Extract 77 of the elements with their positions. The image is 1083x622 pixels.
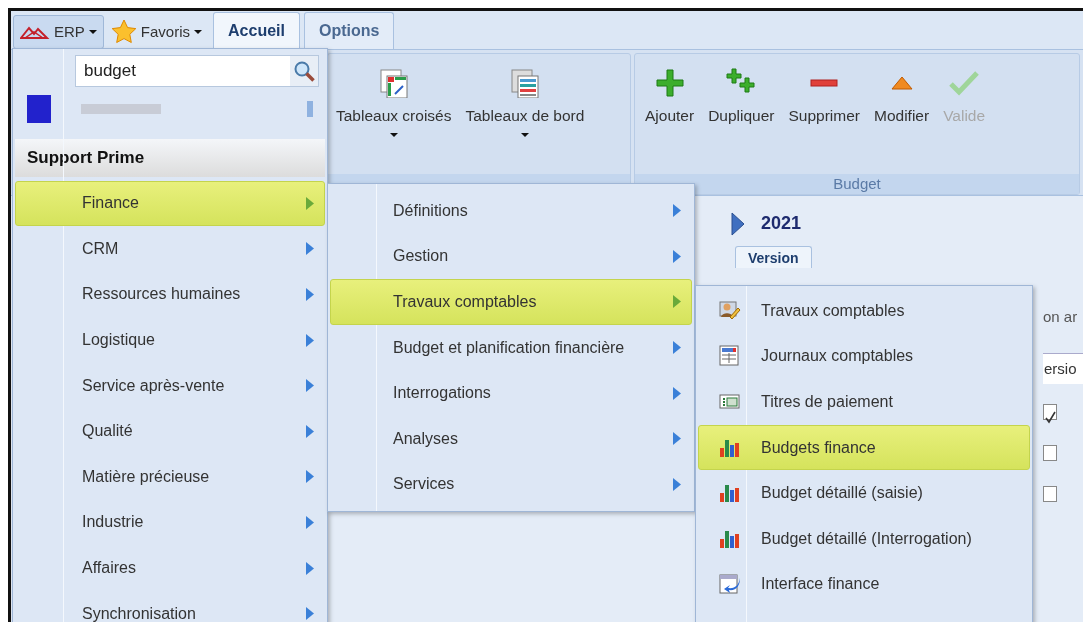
ribbon-button[interactable]: Tableaux croisés bbox=[330, 68, 458, 174]
version-field[interactable]: ersio bbox=[1043, 352, 1083, 384]
menu-item[interactable]: Industrie bbox=[15, 499, 325, 546]
search-button[interactable] bbox=[290, 56, 318, 86]
pivot-table-icon bbox=[378, 68, 409, 98]
checkbox[interactable] bbox=[1043, 445, 1057, 461]
submenu-arrow-icon bbox=[673, 432, 681, 446]
menu-item[interactable]: CRM bbox=[15, 226, 325, 272]
menu-item[interactable]: Interrogations bbox=[330, 370, 692, 416]
submenu-arrow-icon bbox=[306, 333, 314, 347]
submenu-arrow-icon bbox=[306, 196, 314, 210]
menu-item[interactable]: Qualité bbox=[15, 408, 325, 455]
dashboard-icon bbox=[509, 68, 540, 98]
year-label: 2021 bbox=[761, 212, 802, 235]
menu-item[interactable]: Travaux comptables bbox=[698, 288, 1030, 334]
submenu-arrow-icon bbox=[306, 607, 314, 621]
app-menu-button[interactable]: ERP bbox=[13, 15, 104, 49]
submenu-arrow-icon bbox=[673, 341, 681, 355]
ribbon-button[interactable]: Supprimer bbox=[782, 68, 866, 174]
caret-icon bbox=[194, 30, 203, 34]
menu-item[interactable]: Logistique bbox=[15, 317, 325, 363]
menu-item[interactable]: Travaux comptables bbox=[330, 279, 692, 325]
checkbox[interactable] bbox=[1043, 486, 1057, 502]
next-arrow-icon bbox=[731, 211, 745, 236]
triangle-icon bbox=[890, 76, 913, 90]
submenu-arrow-icon bbox=[673, 204, 681, 218]
menu-item[interactable]: Matière précieuse bbox=[15, 454, 325, 500]
logo-icon bbox=[20, 25, 50, 39]
submenu-arrow-icon bbox=[673, 295, 681, 309]
menu-item[interactable]: Synchronisation bbox=[15, 590, 325, 622]
star-icon bbox=[110, 19, 137, 45]
menu-item[interactable]: Budgets finance bbox=[698, 424, 1030, 471]
menu-item[interactable]: Services bbox=[330, 461, 692, 508]
menu-item[interactable]: Interface finance bbox=[698, 561, 1030, 608]
submenu-arrow-icon bbox=[306, 379, 314, 393]
submenu-arrow-icon bbox=[306, 470, 314, 484]
menu-item[interactable]: Service après-vente bbox=[15, 362, 325, 409]
ribbon-button[interactable]: Dupliquer bbox=[702, 68, 781, 174]
submenu-arrow-icon bbox=[673, 477, 681, 491]
menu-item[interactable]: Ressources humaines bbox=[15, 271, 325, 318]
menu-item[interactable]: Analyses bbox=[330, 415, 692, 462]
ribbon-tab[interactable]: Options bbox=[303, 12, 395, 49]
minus-icon bbox=[810, 79, 839, 87]
window-arrow-icon bbox=[718, 572, 742, 597]
table-icon bbox=[718, 344, 742, 369]
label-fragment: on ar bbox=[1043, 307, 1079, 327]
favorites-button[interactable]: Favoris bbox=[103, 15, 210, 49]
menu-item[interactable]: Journaux comptables bbox=[698, 333, 1030, 380]
ribbon-button[interactable]: Tableaux de bord bbox=[459, 68, 591, 174]
content-tab[interactable]: Version bbox=[735, 246, 812, 268]
submenu-arrow-icon bbox=[306, 242, 314, 256]
search-box[interactable]: budget bbox=[75, 55, 319, 87]
ribbon-button[interactable]: Ajouter bbox=[639, 68, 701, 174]
submenu-arrow-icon bbox=[306, 515, 314, 529]
menu-item[interactable]: Budget et planification financière bbox=[330, 324, 692, 371]
submenu-arrow-icon bbox=[673, 386, 681, 400]
caret-icon bbox=[88, 30, 97, 34]
caret-icon bbox=[520, 133, 529, 138]
ribbon-tab[interactable]: Accueil bbox=[213, 12, 300, 49]
menu-item[interactable]: Finance bbox=[15, 180, 325, 227]
group-label: Budget bbox=[635, 174, 1079, 194]
submenu-arrow-icon bbox=[673, 249, 681, 263]
section-header: Support Prime bbox=[15, 139, 325, 177]
search-icon bbox=[293, 60, 315, 82]
caret-icon bbox=[389, 133, 398, 138]
submenu-arrow-icon bbox=[306, 561, 314, 575]
submenu-arrow-icon bbox=[306, 424, 314, 438]
scroll-marker bbox=[307, 101, 313, 117]
submenu-arrow-icon bbox=[306, 288, 314, 301]
menu-item[interactable]: Budget détaillé (saisie) bbox=[698, 470, 1030, 516]
ribbon-button[interactable]: Modifier bbox=[868, 68, 936, 174]
avatar-placeholder bbox=[27, 95, 51, 123]
menu-item[interactable]: Affaires bbox=[15, 545, 325, 591]
menu-item[interactable]: Gestion bbox=[330, 233, 692, 280]
menu-item[interactable]: Budget détaillé (Interrogation) bbox=[698, 515, 1030, 562]
plus-icon bbox=[654, 68, 685, 98]
menu-item[interactable]: Titres de paiement bbox=[698, 379, 1030, 425]
